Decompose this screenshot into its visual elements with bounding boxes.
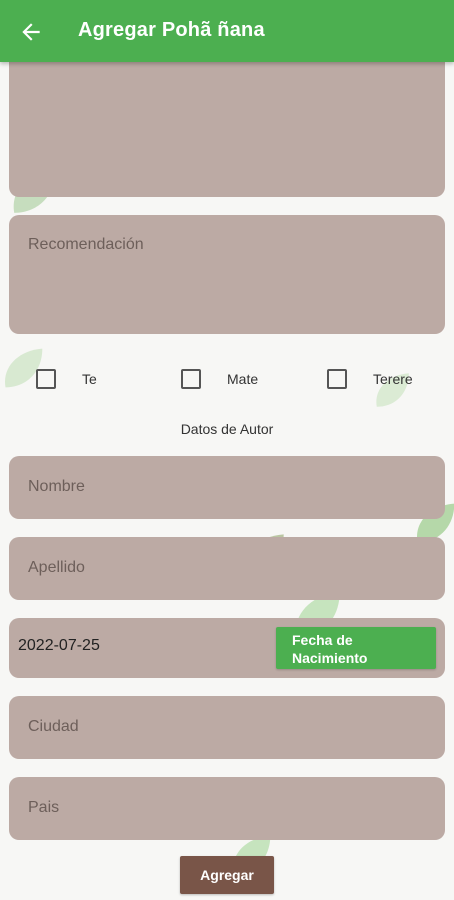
- pais-placeholder: Pais: [28, 799, 60, 816]
- description-textarea[interactable]: [9, 40, 445, 197]
- fecha-nacimiento-field: 2022-07-25 Fecha de Nacimiento: [9, 618, 445, 678]
- checkbox-te[interactable]: [36, 369, 56, 389]
- apellido-field[interactable]: Apellido: [9, 537, 445, 600]
- app-bar: Agregar Pohã ñana: [0, 0, 454, 62]
- autor-section-title: Datos de Autor: [180, 421, 274, 437]
- ciudad-placeholder: Ciudad: [28, 718, 79, 735]
- arrow-left-icon[interactable]: [18, 19, 44, 45]
- nombre-field[interactable]: Nombre: [9, 456, 445, 519]
- fecha-value: 2022-07-25: [18, 637, 100, 654]
- checkbox-terere-label: Terere: [373, 371, 413, 387]
- checkbox-mate[interactable]: [181, 369, 201, 389]
- nombre-placeholder: Nombre: [28, 478, 85, 495]
- fecha-nacimiento-button[interactable]: Fecha de Nacimiento: [276, 627, 436, 669]
- checkbox-terere[interactable]: [327, 369, 347, 389]
- page-title: Agregar Pohã ñana: [78, 19, 265, 41]
- recomendacion-placeholder: Recomendación: [28, 236, 144, 253]
- apellido-placeholder: Apellido: [28, 559, 85, 576]
- checkbox-mate-label: Mate: [227, 371, 259, 387]
- recomendacion-textarea[interactable]: Recomendación: [9, 215, 445, 334]
- pais-field[interactable]: Pais: [9, 777, 445, 840]
- checkbox-row: Te Mate Terere: [0, 367, 454, 391]
- agregar-button[interactable]: Agregar: [180, 856, 274, 894]
- ciudad-field[interactable]: Ciudad: [9, 696, 445, 759]
- checkbox-te-label: Te: [82, 371, 97, 387]
